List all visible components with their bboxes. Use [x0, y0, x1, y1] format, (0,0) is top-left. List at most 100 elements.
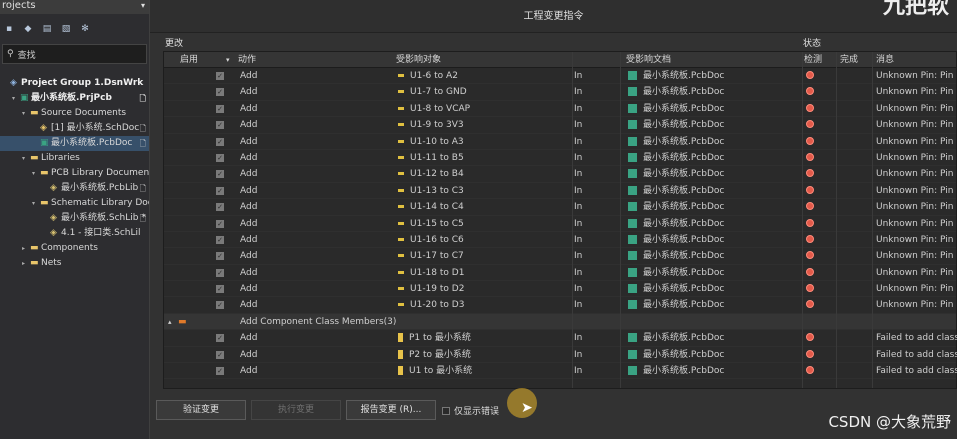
panel-menu-icon[interactable]: ▾ [141, 0, 145, 12]
save-icon[interactable]: ▪ [3, 23, 15, 35]
collapse-toggle-icon[interactable]: ▴ [168, 314, 172, 330]
affected-object-cell: U1-7 to GND [410, 87, 467, 98]
message-cell: Unknown Pin: Pin U [876, 185, 957, 196]
compile-icon[interactable]: ◆ [22, 23, 34, 35]
expand-toggle-icon[interactable]: ▸ [22, 241, 30, 256]
table-row[interactable]: ✓ Add P1 to 最小系统 In 最小系统板.PcbDoc Failed to ad… [164, 330, 957, 347]
projects-toolbar: ▪ ◆ ▤ ▧ ✻ [0, 14, 149, 44]
table-row[interactable]: ✓ Add U1-15 to C5 In 最小系统板.PcbDoc Unknown Pin… [164, 216, 957, 232]
expand-toggle-icon[interactable]: ▾ [22, 106, 30, 121]
col-affected-object[interactable]: 受影响对象 [396, 52, 441, 68]
expand-toggle-icon[interactable]: ▾ [32, 166, 40, 181]
col-affected-document[interactable]: 受影响文档 [626, 52, 671, 68]
affected-document-cell: 最小系统板.PcbDoc [643, 366, 725, 377]
table-row[interactable]: ✓ Add U1-16 to C6 In 最小系统板.PcbDoc Unknown Pin… [164, 232, 957, 249]
tree-item-label: 最小系统板.PcbLib [61, 183, 139, 193]
tree-item[interactable]: ▾ ▬ Source Documents [0, 106, 149, 121]
group-row[interactable]: ▴ ▬ Add Component Class Members(3) [164, 313, 956, 331]
col-done[interactable]: 完成 [840, 52, 858, 68]
enable-checkbox[interactable]: ✓ [216, 367, 224, 376]
col-enable[interactable]: 启用 [180, 52, 198, 68]
enable-checkbox[interactable]: ✓ [216, 186, 224, 195]
enable-checkbox[interactable]: ✓ [216, 301, 224, 310]
tree-item[interactable]: ▾ ▣ 最小系统板.PrjPcb 🗋 [0, 91, 149, 106]
validate-changes-button[interactable]: 验证变更 [156, 400, 246, 420]
enable-checkbox[interactable]: ✓ [216, 219, 224, 228]
ecn-table: 启用 ▾ 动作 受影响对象 受影响文档 检测 完成 消息 ✓ Add U1-6 to… [163, 51, 957, 389]
tree-item[interactable]: ◈ 最小系统板.PcbLib 🗋 [0, 181, 149, 196]
open-document-icon[interactable]: ▤ [41, 23, 53, 35]
tree-item[interactable]: ◈ [1] 最小系统.SchDoc 🗋 [0, 121, 149, 136]
enable-checkbox[interactable]: ✓ [216, 203, 224, 212]
direction-cell: In [574, 152, 583, 163]
enable-checkbox[interactable]: ✓ [216, 121, 224, 130]
error-status-icon [806, 185, 814, 194]
error-status-icon [806, 152, 814, 161]
folder-icon: ▬ [40, 198, 49, 208]
table-row[interactable]: ✓ Add U1-18 to D1 In 最小系统板.PcbDoc Unknown Pin… [164, 265, 957, 282]
enable-checkbox[interactable]: ✓ [216, 170, 224, 179]
enable-checkbox[interactable]: ✓ [216, 334, 224, 343]
settings-gear-icon[interactable]: ✻ [79, 23, 91, 35]
enable-checkbox[interactable]: ✓ [216, 350, 224, 359]
enable-checkbox[interactable]: ✓ [216, 88, 224, 97]
execute-changes-button[interactable]: 执行变更 [251, 400, 341, 420]
table-row[interactable]: ✓ Add U1-6 to A2 In 最小系统板.PcbDoc Unknown Pin:… [164, 68, 957, 85]
table-row[interactable]: ✓ Add U1-11 to B5 In 最小系统板.PcbDoc Unknown Pin… [164, 150, 957, 167]
enable-checkbox[interactable]: ✓ [216, 235, 224, 244]
table-row[interactable]: ✓ Add U1-20 to D3 In 最小系统板.PcbDoc Unknown Pin… [164, 297, 957, 314]
enable-checkbox[interactable]: ✓ [216, 285, 224, 294]
tree-item[interactable]: ◈ 4.1 - 接口类.SchLil [0, 226, 149, 241]
table-row[interactable]: ✓ Add U1-17 to C7 In 最小系统板.PcbDoc Unknown Pin… [164, 248, 957, 265]
col-check[interactable]: 检测 [804, 52, 822, 68]
tree-item[interactable]: ▸ ▬ Components [0, 241, 149, 256]
report-changes-button[interactable]: 报告变更 (R)... [346, 400, 436, 420]
table-row[interactable]: ✓ Add U1-19 to D2 In 最小系统板.PcbDoc Unknown Pin… [164, 281, 957, 298]
table-row[interactable]: ✓ Add U1-13 to C3 In 最小系统板.PcbDoc Unknown Pin… [164, 183, 957, 200]
add-document-icon[interactable]: ▧ [60, 23, 72, 35]
col-action[interactable]: 动作 [238, 52, 256, 68]
expand-toggle-icon[interactable]: ▾ [12, 91, 20, 106]
tree-item[interactable]: ▾ ▬ Libraries [0, 151, 149, 166]
tree-item[interactable]: ▣ 最小系统板.PcbDoc 🗋 [0, 136, 149, 151]
section-status-label: 状态 [803, 39, 822, 49]
error-status-icon [806, 284, 814, 293]
search-input[interactable]: ⚲ 查找 [2, 44, 147, 64]
expand-toggle-icon[interactable]: ▾ [32, 196, 40, 211]
table-row[interactable]: ✓ Add U1-14 to C4 In 最小系统板.PcbDoc Unknown Pin… [164, 199, 957, 216]
enable-checkbox[interactable]: ✓ [216, 104, 224, 113]
table-row[interactable]: ✓ Add P2 to 最小系统 In 最小系统板.PcbDoc Failed to ad… [164, 347, 957, 364]
tree-item[interactable]: ◈ Project Group 1.DsnWrk [0, 76, 149, 91]
sort-icon[interactable]: ▾ [226, 52, 230, 68]
tree-item[interactable]: ▾ ▬ Schematic Library Doc [0, 196, 149, 211]
enable-checkbox[interactable]: ✓ [216, 137, 224, 146]
pcb-document-icon [628, 333, 637, 343]
tree-item[interactable]: ▸ ▬ Nets [0, 256, 149, 271]
tree-item[interactable]: ◈ 最小系统板.SchLib * 🗋 [0, 211, 149, 226]
action-cell: Add [240, 103, 258, 114]
expand-toggle-icon[interactable]: ▾ [22, 151, 30, 166]
table-row[interactable]: ✓ Add U1-7 to GND In 最小系统板.PcbDoc Unknown Pin… [164, 84, 957, 101]
col-message[interactable]: 消息 [876, 52, 894, 68]
action-cell: Add [240, 71, 258, 81]
table-row[interactable]: ✓ Add U1-10 to A3 In 最小系统板.PcbDoc Unknown Pin… [164, 134, 957, 150]
mouse-cursor-icon: ➤ [521, 400, 533, 416]
checkbox-box[interactable] [442, 406, 450, 415]
table-row[interactable]: ✓ Add U1-12 to B4 In 最小系统板.PcbDoc Unknown Pin… [164, 166, 957, 183]
enable-checkbox[interactable]: ✓ [216, 268, 224, 277]
enable-checkbox[interactable]: ✓ [216, 252, 224, 261]
only-show-errors-checkbox[interactable]: 仅显示错误 [442, 404, 499, 417]
enable-checkbox[interactable]: ✓ [216, 72, 224, 80]
expand-toggle-icon[interactable]: ▸ [22, 256, 30, 271]
error-status-icon [806, 349, 814, 358]
enable-checkbox[interactable]: ✓ [216, 153, 224, 162]
affected-document-cell: 最小系统板.PcbDoc [643, 349, 725, 360]
tree-item-label: 4.1 - 接口类.SchLil [61, 228, 141, 238]
top-watermark: 九把软 [882, 0, 949, 19]
affected-object-cell: U1-16 to C6 [410, 234, 464, 245]
table-row[interactable]: ✓ Add U1-8 to VCAP In 最小系统板.PcbDoc Unknown Pi… [164, 101, 957, 118]
error-status-icon [806, 202, 814, 211]
table-row[interactable]: ✓ Add U1 to 最小系统 In 最小系统板.PcbDoc Failed to ad… [164, 363, 957, 380]
table-row[interactable]: ✓ Add U1-9 to 3V3 In 最小系统板.PcbDoc Unknown Pin… [164, 117, 957, 134]
tree-item[interactable]: ▾ ▬ PCB Library Documen [0, 166, 149, 181]
